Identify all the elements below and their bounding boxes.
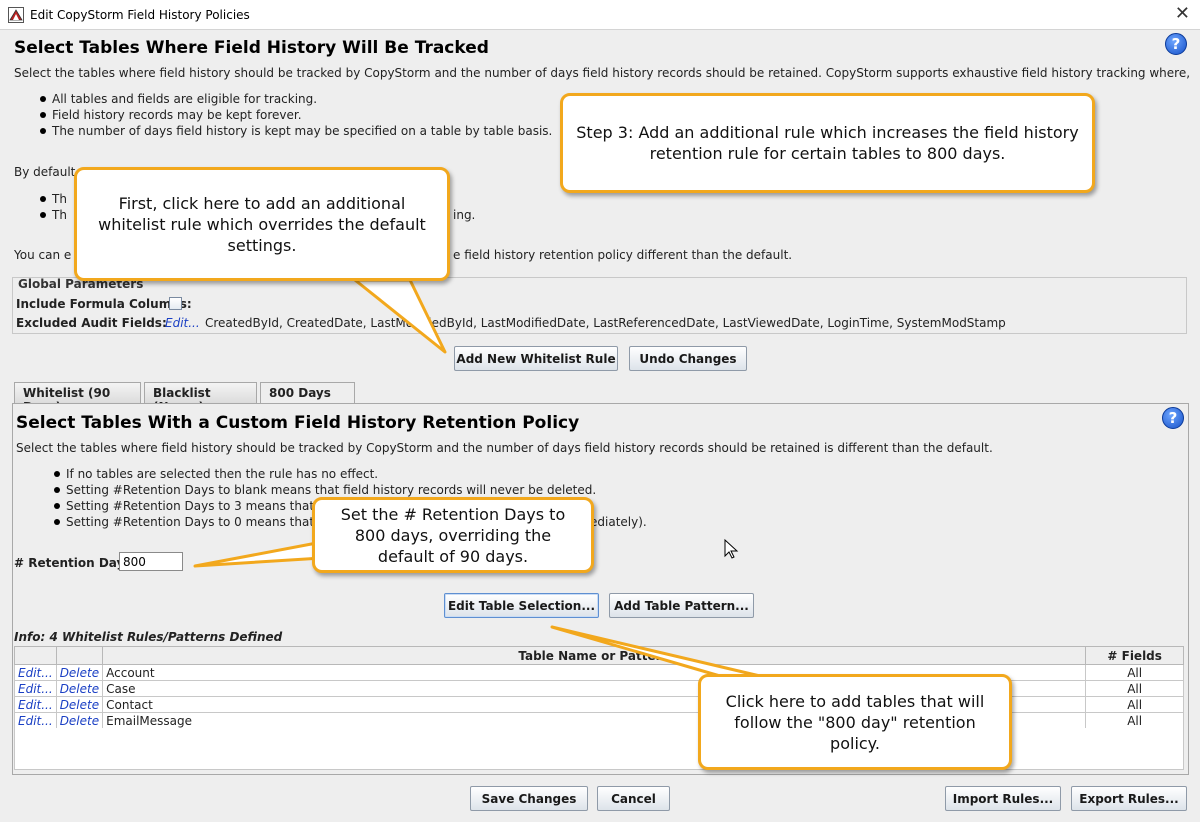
callout-first: First, click here to add an additional w… [74,167,450,281]
callout-step3: Step 3: Add an additional rule which inc… [560,93,1095,193]
callout-retention: Set the # Retention Days to 800 days, ov… [312,497,594,573]
callout-tables: Click here to add tables that will follo… [698,674,1012,770]
